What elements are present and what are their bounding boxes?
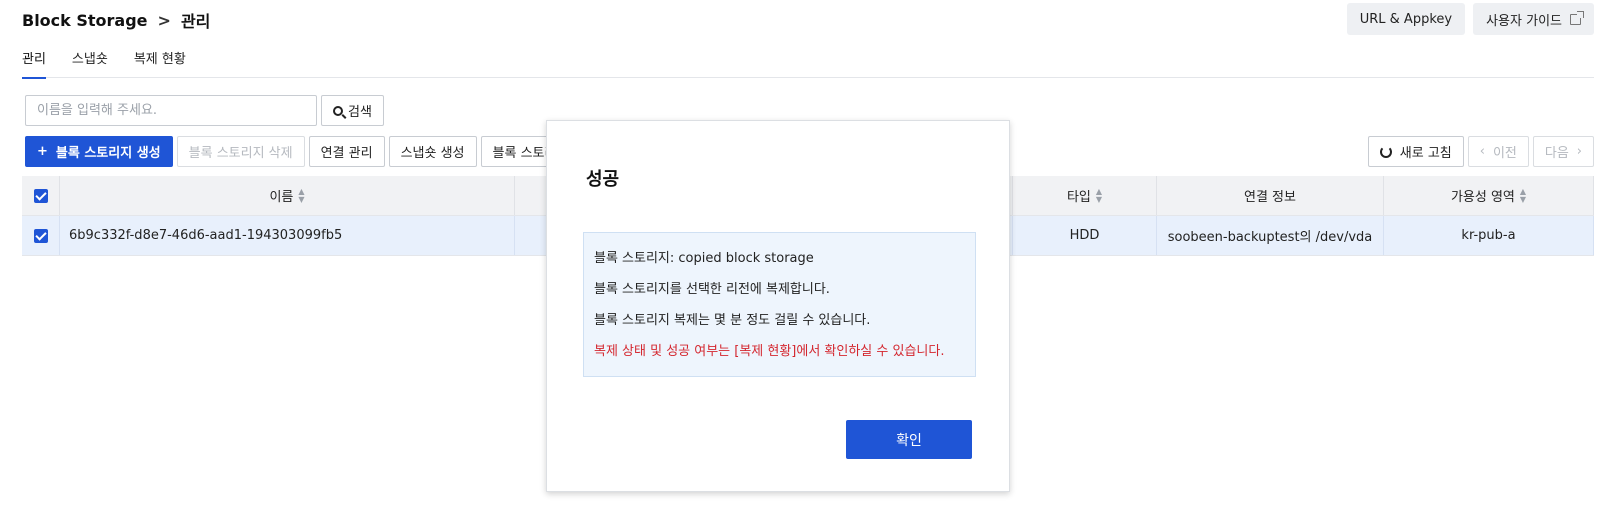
create-block-storage-button[interactable]: + 블록 스토리지 생성 (25, 136, 173, 167)
prev-page-button[interactable]: ‹ 이전 (1467, 136, 1529, 167)
tab-manage[interactable]: 관리 (22, 44, 46, 79)
breadcrumb-service[interactable]: Block Storage (22, 11, 148, 30)
row-connection: soobeen-backuptest의 /dev/vda (1157, 216, 1384, 255)
row-checkbox[interactable] (33, 228, 48, 243)
url-appkey-button[interactable]: URL & Appkey (1346, 3, 1466, 35)
row-zone: kr-pub-a (1384, 216, 1594, 255)
search-icon (333, 105, 343, 116)
breadcrumb: Block Storage > 관리 (22, 8, 210, 32)
sort-icon: ▲ ▼ (1095, 186, 1103, 204)
user-guide-label: 사용자 가이드 (1486, 13, 1562, 29)
header-connection: 연결 정보 (1157, 176, 1384, 215)
select-all-checkbox[interactable] (33, 188, 48, 203)
header-connection-label: 연결 정보 (1244, 190, 1296, 205)
top-right-buttons: URL & Appkey 사용자 가이드 (1346, 3, 1594, 35)
search-input[interactable] (25, 95, 317, 126)
refresh-icon (1379, 145, 1392, 158)
search-button[interactable]: 검색 (321, 95, 384, 126)
modal-message-box: 블록 스토리지: copied block storage 블록 스토리지를 선… (583, 232, 976, 377)
user-guide-button[interactable]: 사용자 가이드 (1473, 3, 1594, 35)
delete-block-storage-button[interactable]: 블록 스토리지 삭제 (176, 136, 305, 167)
row-type: HDD (1013, 216, 1157, 255)
connection-manage-button[interactable]: 연결 관리 (308, 136, 385, 167)
header-type-label: 타입 (1066, 190, 1091, 205)
prev-label: 이전 (1492, 146, 1517, 161)
tab-snapshot[interactable]: 스냅숏 (72, 44, 108, 78)
next-page-button[interactable]: 다음 › (1532, 136, 1594, 167)
row-checkbox-cell[interactable] (22, 216, 60, 255)
sort-icon: ▲ ▼ (1519, 186, 1527, 204)
external-link-icon (1570, 10, 1584, 25)
action-toolbar: + 블록 스토리지 생성 블록 스토리지 삭제 연결 관리 스냅숏 생성 블록 … (25, 136, 569, 167)
search-button-label: 검색 (348, 105, 372, 120)
header-zone[interactable]: 가용성 영역 ▲ ▼ (1384, 176, 1594, 215)
url-appkey-label: URL & Appkey (1359, 11, 1453, 27)
refresh-button[interactable]: 새로 고침 (1367, 136, 1464, 167)
header-checkbox-cell[interactable] (22, 176, 60, 215)
plus-icon: + (37, 144, 48, 159)
confirm-button[interactable]: 확인 (846, 420, 972, 459)
create-label: 블록 스토리지 생성 (55, 146, 161, 161)
modal-line-replicate: 블록 스토리지를 선택한 리전에 복제합니다. (594, 282, 830, 297)
breadcrumb-separator: > (157, 10, 171, 30)
right-toolbar: 새로 고침 ‹ 이전 다음 › (1367, 136, 1594, 167)
header-zone-label: 가용성 영역 (1450, 190, 1515, 205)
next-label: 다음 (1544, 146, 1569, 161)
header-name-label: 이름 (269, 190, 294, 205)
success-modal: 성공 블록 스토리지: copied block storage 블록 스토리지… (546, 120, 1010, 492)
modal-title: 성공 (586, 169, 620, 190)
page-title: 관리 (180, 12, 211, 31)
modal-warning: 복제 상태 및 성공 여부는 [복제 현황]에서 확인하실 수 있습니다. (594, 344, 945, 359)
chevron-right-icon: › (1576, 144, 1582, 159)
refresh-label: 새로 고침 (1399, 146, 1452, 161)
header-type[interactable]: 타입 ▲ ▼ (1013, 176, 1157, 215)
row-name[interactable]: 6b9c332f-d8e7-46d6-aad1-194303099fb5 (60, 216, 515, 255)
tab-replication-status[interactable]: 복제 현황 (134, 44, 186, 78)
modal-line-duration: 블록 스토리지 복제는 몇 분 정도 걸릴 수 있습니다. (594, 313, 871, 328)
tab-bar: 관리 스냅숏 복제 현황 (22, 44, 1594, 79)
modal-line-storage: 블록 스토리지: copied block storage (594, 251, 814, 266)
header-name[interactable]: 이름 ▲ ▼ (60, 176, 515, 215)
sort-icon: ▲ ▼ (298, 186, 305, 204)
create-snapshot-button[interactable]: 스냅숏 생성 (388, 136, 477, 167)
chevron-left-icon: ‹ (1479, 144, 1485, 159)
search-bar: 검색 (25, 95, 384, 126)
